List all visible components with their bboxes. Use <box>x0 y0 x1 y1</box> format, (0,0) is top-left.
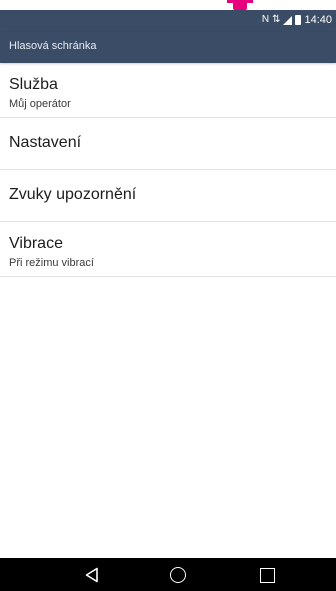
battery-icon <box>295 15 302 25</box>
setting-title: Zvuky upozornění <box>9 186 137 203</box>
navigation-bar <box>0 558 336 591</box>
screen: N ⇅ 14:40 Hlasová schránka Služba Můj op… <box>0 0 336 591</box>
setting-subtitle: Můj operátor <box>9 98 71 110</box>
setting-service[interactable]: Služba Můj operátor <box>0 63 336 118</box>
recent-apps-icon <box>259 567 275 583</box>
status-icons: N ⇅ 14:40 <box>262 13 332 27</box>
app-bar: Hlasová schránka <box>0 32 336 63</box>
highlight-marker <box>227 0 253 10</box>
signal-icon <box>283 15 293 25</box>
settings-list: Služba Můj operátor Nastavení Zvuky upoz… <box>0 63 336 277</box>
back-icon <box>85 567 98 583</box>
nfc-icon: N <box>261 14 270 25</box>
status-time: 14:40 <box>304 14 332 26</box>
data-icon: ⇅ <box>272 14 281 25</box>
page-title: Hlasová schránka <box>9 40 97 52</box>
setting-title: Služba <box>9 76 58 93</box>
setting-title: Vibrace <box>9 235 63 252</box>
home-icon <box>170 567 186 583</box>
status-bar: N ⇅ 14:40 <box>0 10 336 32</box>
setting-title: Nastavení <box>9 134 82 151</box>
home-button[interactable] <box>167 564 189 586</box>
setting-vibration[interactable]: Vibrace Při režimu vibrací <box>0 222 336 277</box>
setting-subtitle: Při režimu vibrací <box>9 257 94 269</box>
back-button[interactable] <box>81 564 103 586</box>
recent-apps-button[interactable] <box>256 564 278 586</box>
setting-settings[interactable]: Nastavení <box>0 118 336 170</box>
setting-notification-sounds[interactable]: Zvuky upozornění <box>0 170 336 222</box>
